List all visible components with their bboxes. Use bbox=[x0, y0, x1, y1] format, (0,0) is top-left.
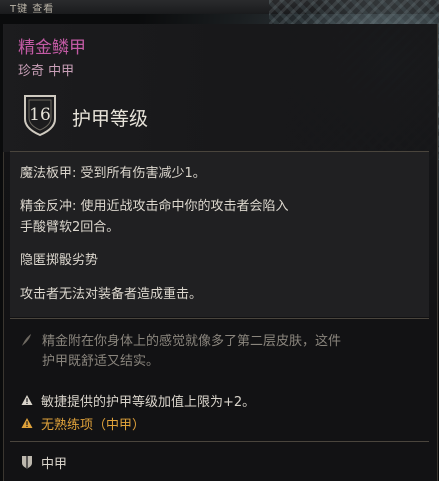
divider bbox=[10, 441, 429, 442]
flavor-text-line: 精金附在你身体上的感觉就像多了第二层皮肤，这件 bbox=[42, 334, 342, 349]
dex-cap-warning: 敏捷提供的护甲等级加值上限为+2。 bbox=[41, 395, 256, 410]
property-adamantine-splinter: 精金反冲: 使用近战攻击命中你的攻击者会陷入 bbox=[20, 199, 289, 214]
divider bbox=[10, 318, 429, 319]
armor-class-label: 护甲等级 bbox=[72, 108, 149, 130]
armor-type-label: 中甲 bbox=[41, 457, 68, 472]
quill-icon bbox=[22, 334, 31, 346]
item-name: 精金鳞甲 bbox=[18, 38, 86, 58]
flavor-text-line: 护甲既舒适又结实。 bbox=[42, 354, 160, 369]
item-tooltip-screen: T键 查看 精金鳞甲 珍奇 中甲 16 护甲等级 魔法板甲: 受到所有伤害减少1… bbox=[0, 0, 439, 481]
proficiency-warning: 无熟练项（中甲） bbox=[41, 418, 146, 433]
warning-icon bbox=[21, 395, 33, 405]
hotkey-hint: T键 查看 bbox=[10, 4, 55, 15]
warning-icon bbox=[21, 418, 33, 428]
property-magic-plate: 魔法板甲: 受到所有伤害减少1。 bbox=[20, 166, 206, 181]
property-stealth-disadvantage: 隐匿掷骰劣势 bbox=[20, 253, 99, 268]
flavor-text: 精金附在你身体上的感觉就像多了第二层皮肤，这件 护甲既舒适又结实。 bbox=[42, 332, 422, 372]
armor-class-value: 16 bbox=[29, 105, 51, 125]
armor-type-icon bbox=[22, 456, 32, 469]
property-adamantine-splinter-cont: 手酸臂软2回合。 bbox=[20, 220, 120, 235]
property-no-critical: 攻击者无法对装备者造成重击。 bbox=[20, 287, 203, 302]
item-rarity-type: 珍奇 中甲 bbox=[18, 64, 75, 79]
